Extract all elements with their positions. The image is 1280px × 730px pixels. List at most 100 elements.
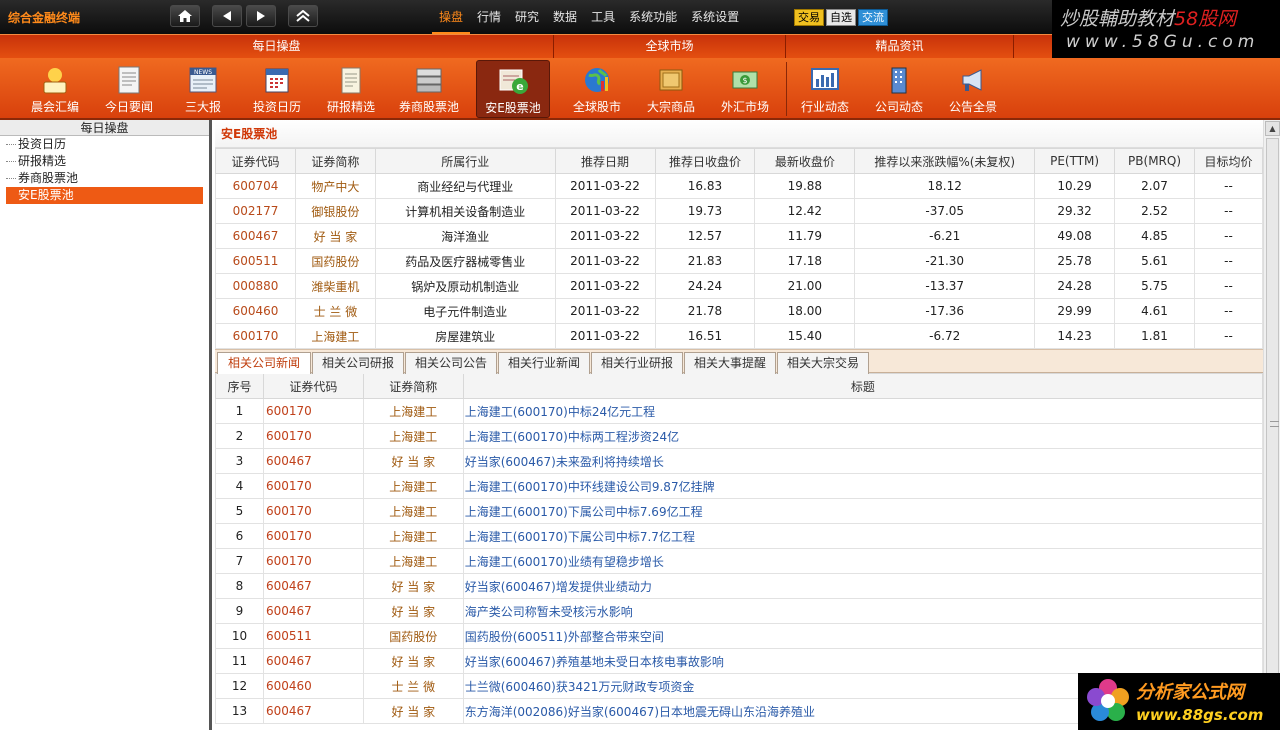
tab-company-news[interactable]: 相关公司新闻 xyxy=(217,352,311,374)
toolbar-announcements[interactable]: 公告全景 xyxy=(936,60,1010,118)
news-row[interactable]: 3 600467 好 当 家好当家(600467)未来盈利将持续增长 xyxy=(215,448,1263,474)
header-target-price[interactable]: 目标均价 xyxy=(1194,148,1263,174)
header-name[interactable]: 证券简称 xyxy=(362,373,464,399)
header-industry[interactable]: 所属行业 xyxy=(374,148,556,174)
cell-target-price: -- xyxy=(1194,323,1263,349)
news-row[interactable]: 4 600170 上海建工 上海建工(600170)中环线建设公司9.87亿挂牌 xyxy=(215,473,1263,499)
cell-name: 御银股份 xyxy=(294,198,376,224)
news-cell-title[interactable]: 上海建工(600170)下属公司中标7.69亿工程 xyxy=(462,498,1263,524)
collapse-button[interactable] xyxy=(288,5,318,27)
menu-data[interactable]: 数据 xyxy=(546,0,584,34)
scroll-up-arrow[interactable]: ▲ xyxy=(1265,121,1280,136)
toolbar-e-pool[interactable]: e 安E股票池 xyxy=(476,60,550,118)
stock-row[interactable]: 600467 好 当 家海洋渔业 2011-03-22 12.57 11.79 -6.21… xyxy=(215,223,1263,249)
cell-code[interactable]: 600170 xyxy=(215,323,296,349)
cell-code[interactable]: 600511 xyxy=(215,248,296,274)
news-row[interactable]: 1 600170 上海建工 上海建工(600170)中标24亿元工程 xyxy=(215,398,1263,424)
tree-item-broker-pool[interactable]: 券商股票池 xyxy=(0,170,209,187)
news-row[interactable]: 11 600467 好 当 家好当家(600467)养殖基地未受日本核电事故影响 xyxy=(215,648,1263,674)
cell-code[interactable]: 600460 xyxy=(215,298,296,324)
tab-industry-research[interactable]: 相关行业研报 xyxy=(591,352,683,374)
news-row[interactable]: 6 600170 上海建工 上海建工(600170)下属公司中标7.7亿工程 xyxy=(215,523,1263,549)
news-cell-title[interactable]: 上海建工(600170)中标24亿元工程 xyxy=(462,398,1263,424)
news-cell-title[interactable]: 好当家(600467)未来盈利将持续增长 xyxy=(462,448,1263,474)
menu-quotes[interactable]: 行情 xyxy=(470,0,508,34)
news-cell-title[interactable]: 国药股份(600511)外部整合带来空间 xyxy=(462,623,1263,649)
news-cell-title[interactable]: 海产类公司称暂未受核污水影响 xyxy=(462,598,1263,624)
header-code[interactable]: 证券代码 xyxy=(262,373,364,399)
stock-row[interactable]: 600704 物产中大 商业经纪与代理业 2011-03-22 16.83 19.88 18… xyxy=(215,173,1263,199)
cell-code[interactable]: 600704 xyxy=(215,173,296,199)
section-premium-news[interactable]: 精品资讯 xyxy=(786,35,1014,59)
stock-row[interactable]: 000880 潍柴重机 锅炉及原动机制造业 2011-03-22 24.24 21.00-… xyxy=(215,273,1263,299)
header-title[interactable]: 标题 xyxy=(462,373,1263,399)
news-cell-title[interactable]: 上海建工(600170)业绩有望稳步增长 xyxy=(462,548,1263,574)
header-pb[interactable]: PB(MRQ) xyxy=(1114,148,1196,174)
toolbar: 晨会汇编 今日要闻 NEWS 三大报 投资日历 研报精选 券商股票池 e 安E股… xyxy=(0,58,1280,120)
stock-row[interactable]: 600511 国药股份 药品及医疗器械零售业 2011-03-22 21.83 17.18… xyxy=(215,248,1263,274)
toolbar-company-news[interactable]: 公司动态 xyxy=(862,60,936,118)
news-row[interactable]: 2 600170 上海建工 上海建工(600170)中标两工程涉资24亿 xyxy=(215,423,1263,449)
cell-target-price: -- xyxy=(1194,273,1263,299)
news-row[interactable]: 7 600170 上海建工 上海建工(600170)业绩有望稳步增长 xyxy=(215,548,1263,574)
company-building-icon xyxy=(891,67,907,94)
news-cell-title[interactable]: 上海建工(600170)中标两工程涉资24亿 xyxy=(462,423,1263,449)
cell-code[interactable]: 000880 xyxy=(215,273,296,299)
news-cell-title[interactable]: 上海建工(600170)下属公司中标7.7亿工程 xyxy=(462,523,1263,549)
news-cell-title[interactable]: 上海建工(600170)中环线建设公司9.87亿挂牌 xyxy=(462,473,1263,499)
header-name[interactable]: 证券简称 xyxy=(294,148,376,174)
toolbar-today-news[interactable]: 今日要闻 xyxy=(92,60,166,118)
section-global-markets[interactable]: 全球市场 xyxy=(554,35,786,59)
header-recommend-date[interactable]: 推荐日期 xyxy=(554,148,656,174)
toolbar-forex[interactable]: $ 外汇市场 xyxy=(708,60,782,118)
tab-major-events[interactable]: 相关大事提醒 xyxy=(684,352,776,374)
back-button[interactable] xyxy=(212,5,242,27)
forward-button[interactable] xyxy=(246,5,276,27)
trade-button[interactable]: 交易 xyxy=(794,9,824,26)
menu-tools[interactable]: 工具 xyxy=(584,0,622,34)
news-row[interactable]: 5 600170 上海建工 上海建工(600170)下属公司中标7.69亿工程 xyxy=(215,498,1263,524)
cell-code[interactable]: 002177 xyxy=(215,198,296,224)
toolbar-industry-news[interactable]: 行业动态 xyxy=(788,60,862,118)
menu-system-settings[interactable]: 系统设置 xyxy=(684,0,746,34)
news-row[interactable]: 10 600511 国药股份 国药股份(600511)外部整合带来空间 xyxy=(215,623,1263,649)
news-cell-title[interactable]: 好当家(600467)养殖基地未受日本核电事故影响 xyxy=(462,648,1263,674)
toolbar-global-stocks[interactable]: 全球股市 xyxy=(560,60,634,118)
toolbar-investment-calendar[interactable]: 投资日历 xyxy=(240,60,314,118)
news-cell-index: 6 xyxy=(215,523,264,549)
tab-company-announcements[interactable]: 相关公司公告 xyxy=(405,352,497,374)
header-recommend-close[interactable]: 推荐日收盘价 xyxy=(654,148,756,174)
toolbar-three-papers[interactable]: NEWS 三大报 xyxy=(166,60,240,118)
header-latest-close[interactable]: 最新收盘价 xyxy=(754,148,856,174)
watchlist-button[interactable]: 自选 xyxy=(826,9,856,26)
header-code[interactable]: 证券代码 xyxy=(215,148,296,174)
tab-company-research[interactable]: 相关公司研报 xyxy=(312,352,404,374)
cell-code[interactable]: 600467 xyxy=(215,223,296,249)
menu-trading[interactable]: 操盘 xyxy=(432,0,471,34)
tab-block-trades[interactable]: 相关大宗交易 xyxy=(777,352,869,374)
header-pe[interactable]: PE(TTM) xyxy=(1034,148,1116,174)
menu-research[interactable]: 研究 xyxy=(508,0,546,34)
tree-item-research-picks[interactable]: 研报精选 xyxy=(0,153,209,170)
section-daily-trading[interactable]: 每日操盘 xyxy=(0,35,554,59)
toolbar-broker-pool[interactable]: 券商股票池 xyxy=(392,60,466,118)
toolbar-morning-meeting[interactable]: 晨会汇编 xyxy=(18,60,92,118)
toolbar-commodities[interactable]: 大宗商品 xyxy=(634,60,708,118)
tab-industry-news[interactable]: 相关行业新闻 xyxy=(498,352,590,374)
tree-item-e-pool[interactable]: 安E股票池 xyxy=(6,187,203,204)
home-button[interactable] xyxy=(170,5,200,27)
toolbar-research-picks[interactable]: 研报精选 xyxy=(314,60,388,118)
stock-row[interactable]: 002177 御银股份 计算机相关设备制造业 2011-03-22 19.73 12.42… xyxy=(215,198,1263,224)
tree-item-investment-calendar[interactable]: 投资日历 xyxy=(0,136,209,153)
news-row[interactable]: 8 600467 好 当 家好当家(600467)增发提供业绩动力 xyxy=(215,573,1263,599)
menu-system-functions[interactable]: 系统功能 xyxy=(622,0,684,34)
stock-row[interactable]: 600460 士 兰 微电子元件制造业 2011-03-22 21.78 18.00 -1… xyxy=(215,298,1263,324)
chat-button[interactable]: 交流 xyxy=(858,9,888,26)
header-change-pct[interactable]: 推荐以来涨跌幅%(未复权) xyxy=(854,148,1036,174)
header-index[interactable]: 序号 xyxy=(215,373,264,399)
scroll-thumb[interactable] xyxy=(1266,138,1279,678)
vertical-scrollbar[interactable]: ▲ xyxy=(1263,120,1280,730)
stock-row[interactable]: 600170 上海建工 房屋建筑业 2011-03-22 16.51 15.40 -6.72… xyxy=(215,323,1263,349)
news-cell-title[interactable]: 好当家(600467)增发提供业绩动力 xyxy=(462,573,1263,599)
news-row[interactable]: 9 600467 好 当 家海产类公司称暂未受核污水影响 xyxy=(215,598,1263,624)
